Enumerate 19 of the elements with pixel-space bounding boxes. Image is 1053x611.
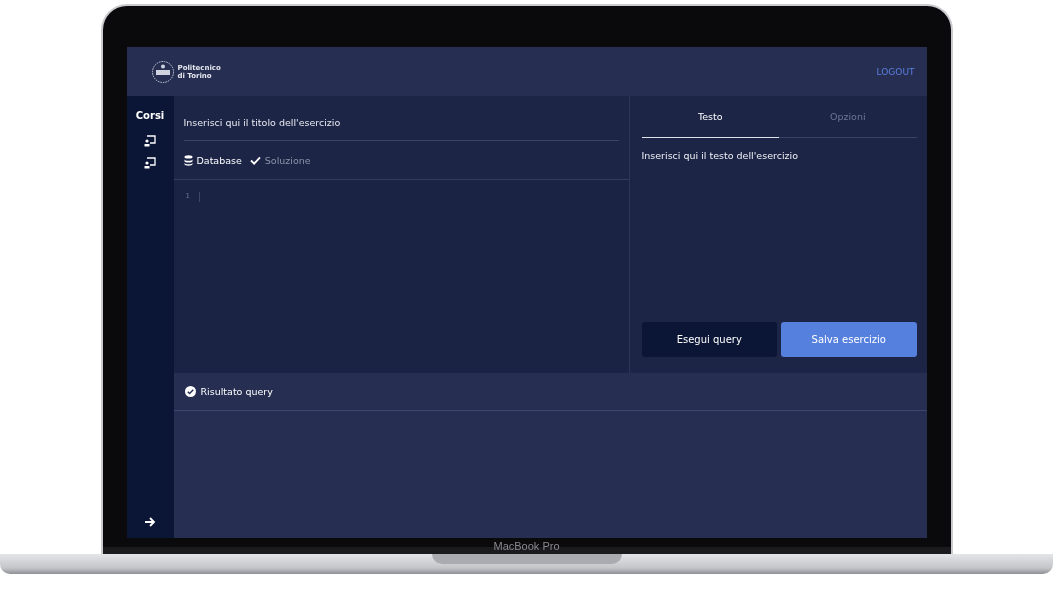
title-input[interactable]: Inserisci qui il titolo dell'esercizio	[183, 104, 619, 141]
panel-tab[interactable]: Testo	[641, 96, 779, 138]
database-icon	[183, 154, 193, 166]
logout-link[interactable]: LOGOUT	[876, 66, 915, 77]
sidebar-title: Corsi	[135, 110, 165, 121]
editor-tab[interactable]: Database	[183, 154, 242, 166]
presentation-icon[interactable]	[144, 157, 156, 169]
seal-logo-icon	[150, 59, 175, 84]
check-circle-icon	[184, 386, 196, 397]
result-title: Risultato query	[200, 386, 273, 397]
exercise-text-area[interactable]: Inserisci qui il testo dell'esercizio	[641, 150, 917, 322]
save-button[interactable]: Salva esercizio	[781, 322, 917, 357]
checkmark-icon	[249, 155, 261, 165]
arrow-right-icon[interactable]	[144, 516, 156, 528]
run-query-button[interactable]: Esegui query	[641, 322, 777, 357]
presentation-icon[interactable]	[144, 135, 156, 147]
panel-tab[interactable]: Opzioni	[779, 96, 917, 138]
editor-tab[interactable]: Soluzione	[249, 154, 311, 166]
device-label: MacBook Pro	[493, 540, 560, 552]
